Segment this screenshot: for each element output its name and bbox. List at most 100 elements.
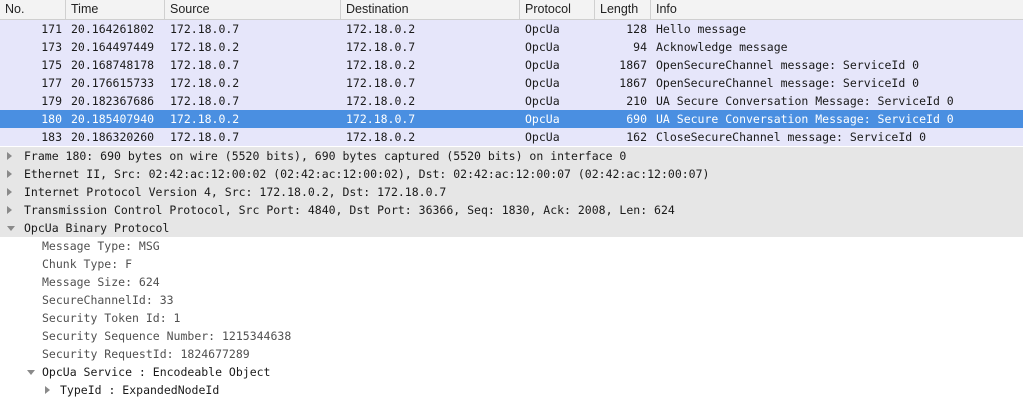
tree-item-label: TypeId : ExpandedNodeId <box>60 383 220 397</box>
tree-item[interactable]: SecureChannelId: 33 <box>0 291 1023 309</box>
packet-info: OpenSecureChannel message: ServiceId 0 <box>656 76 920 90</box>
expanded-arrow-icon[interactable] <box>27 370 35 375</box>
packet-length: 128 <box>626 22 647 36</box>
column-header-info[interactable]: Info <box>651 0 1023 19</box>
tree-item[interactable]: Frame 180: 690 bytes on wire (5520 bits)… <box>0 147 1023 165</box>
packet-destination: 172.18.0.2 <box>346 94 416 108</box>
table-row[interactable]: 171 20.164261802 172.18.0.7 172.18.0.2 OpcUa… <box>0 20 1023 38</box>
packet-source: 172.18.0.2 <box>170 112 240 126</box>
collapsed-arrow-icon[interactable] <box>7 188 12 196</box>
packet-protocol: OpcUa <box>525 94 560 108</box>
wireshark-window: No. Time Source Destination Protocol Len… <box>0 0 1023 405</box>
packet-source: 172.18.0.7 <box>170 94 240 108</box>
tree-item[interactable]: OpcUa Service : Encodeable Object <box>0 363 1023 381</box>
tree-item-label: Ethernet II, Src: 02:42:ac:12:00:02 (02:… <box>24 167 710 181</box>
packet-info: UA Secure Conversation Message: ServiceI… <box>656 94 954 108</box>
packet-source: 172.18.0.2 <box>170 76 240 90</box>
packet-destination: 172.18.0.2 <box>346 22 416 36</box>
packet-length: 94 <box>633 40 647 54</box>
packet-info: OpenSecureChannel message: ServiceId 0 <box>656 58 920 72</box>
tree-item-label: Transmission Control Protocol, Src Port:… <box>24 203 675 217</box>
packet-no: 171 <box>41 22 62 36</box>
packet-no: 173 <box>41 40 62 54</box>
column-header-protocol[interactable]: Protocol <box>520 0 595 19</box>
packet-time: 20.182367686 <box>71 94 155 108</box>
tree-item-label: Security RequestId: 1824677289 <box>42 347 250 361</box>
table-row[interactable]: 177 20.176615733 172.18.0.2 172.18.0.7 OpcUa… <box>0 74 1023 92</box>
packet-destination: 172.18.0.7 <box>346 40 416 54</box>
tree-item[interactable]: Transmission Control Protocol, Src Port:… <box>0 201 1023 219</box>
packet-source: 172.18.0.7 <box>170 130 240 144</box>
tree-item[interactable]: Chunk Type: F <box>0 255 1023 273</box>
table-row-selected[interactable]: 180 20.185407940 172.18.0.2 172.18.0.7 OpcUa… <box>0 110 1023 128</box>
tree-item[interactable]: OpcUa Binary Protocol <box>0 219 1023 237</box>
packet-no: 180 <box>41 112 62 126</box>
packet-info: CloseSecureChannel message: ServiceId 0 <box>656 130 927 144</box>
tree-item-label: Security Sequence Number: 1215344638 <box>42 329 292 343</box>
packet-destination: 172.18.0.2 <box>346 58 416 72</box>
tree-item-label: Message Type: MSG <box>42 239 160 253</box>
collapsed-arrow-icon[interactable] <box>7 206 12 214</box>
collapsed-arrow-icon[interactable] <box>7 170 12 178</box>
column-header-length[interactable]: Length <box>595 0 651 19</box>
packet-length: 1867 <box>619 58 647 72</box>
tree-item[interactable]: Security Token Id: 1 <box>0 309 1023 327</box>
tree-item-label: Message Size: 624 <box>42 275 160 289</box>
packet-destination: 172.18.0.7 <box>346 112 416 126</box>
tree-item[interactable]: Message Type: MSG <box>0 237 1023 255</box>
collapsed-arrow-icon[interactable] <box>7 152 12 160</box>
collapsed-arrow-icon[interactable] <box>45 386 50 394</box>
packet-info: Hello message <box>656 22 747 36</box>
tree-item-label: OpcUa Service : Encodeable Object <box>42 365 271 379</box>
packet-length: 210 <box>626 94 647 108</box>
packet-time: 20.164261802 <box>71 22 155 36</box>
packet-source: 172.18.0.2 <box>170 40 240 54</box>
tree-item[interactable]: TypeId : ExpandedNodeId <box>0 381 1023 399</box>
tree-item-label: Internet Protocol Version 4, Src: 172.18… <box>24 185 447 199</box>
packet-source: 172.18.0.7 <box>170 58 240 72</box>
packet-protocol: OpcUa <box>525 112 560 126</box>
packet-info: UA Secure Conversation Message: ServiceI… <box>656 112 954 126</box>
packet-destination: 172.18.0.2 <box>346 130 416 144</box>
column-header-source[interactable]: Source <box>165 0 341 19</box>
tree-item[interactable]: Ethernet II, Src: 02:42:ac:12:00:02 (02:… <box>0 165 1023 183</box>
table-row[interactable]: 183 20.186320260 172.18.0.7 172.18.0.2 OpcUa… <box>0 128 1023 146</box>
packet-details-tree: Frame 180: 690 bytes on wire (5520 bits)… <box>0 147 1023 405</box>
tree-item-label: SecureChannelId: 33 <box>42 293 174 307</box>
packet-info: Acknowledge message <box>656 40 788 54</box>
expanded-arrow-icon[interactable] <box>7 226 15 231</box>
table-row[interactable]: 173 20.164497449 172.18.0.2 172.18.0.7 OpcUa… <box>0 38 1023 56</box>
packet-time: 20.176615733 <box>71 76 155 90</box>
column-header-no[interactable]: No. <box>0 0 66 19</box>
packet-list-header: No. Time Source Destination Protocol Len… <box>0 0 1023 20</box>
tree-item-label: Chunk Type: F <box>42 257 133 271</box>
table-row[interactable]: 179 20.182367686 172.18.0.7 172.18.0.2 OpcUa… <box>0 92 1023 110</box>
packet-rows: 171 20.164261802 172.18.0.7 172.18.0.2 OpcUa… <box>0 20 1023 146</box>
column-header-destination[interactable]: Destination <box>341 0 520 19</box>
packet-time: 20.186320260 <box>71 130 155 144</box>
tree-item-label: Frame 180: 690 bytes on wire (5520 bits)… <box>24 149 627 163</box>
packet-list: No. Time Source Destination Protocol Len… <box>0 0 1023 147</box>
table-row[interactable]: 175 20.168748178 172.18.0.7 172.18.0.2 OpcUa… <box>0 56 1023 74</box>
tree-item-label: OpcUa Binary Protocol <box>24 221 170 235</box>
packet-no: 179 <box>41 94 62 108</box>
tree-item-label: Security Token Id: 1 <box>42 311 181 325</box>
tree-item[interactable]: Internet Protocol Version 4, Src: 172.18… <box>0 183 1023 201</box>
packet-time: 20.168748178 <box>71 58 155 72</box>
packet-source: 172.18.0.7 <box>170 22 240 36</box>
column-header-time[interactable]: Time <box>66 0 165 19</box>
packet-destination: 172.18.0.7 <box>346 76 416 90</box>
packet-protocol: OpcUa <box>525 76 560 90</box>
tree-item[interactable]: Security RequestId: 1824677289 <box>0 345 1023 363</box>
packet-length: 162 <box>626 130 647 144</box>
packet-protocol: OpcUa <box>525 40 560 54</box>
packet-length: 690 <box>626 112 647 126</box>
packet-protocol: OpcUa <box>525 22 560 36</box>
packet-length: 1867 <box>619 76 647 90</box>
tree-item[interactable]: Message Size: 624 <box>0 273 1023 291</box>
packet-time: 20.164497449 <box>71 40 155 54</box>
packet-time: 20.185407940 <box>71 112 155 126</box>
packet-protocol: OpcUa <box>525 58 560 72</box>
tree-item[interactable]: Security Sequence Number: 1215344638 <box>0 327 1023 345</box>
packet-no: 183 <box>41 130 62 144</box>
